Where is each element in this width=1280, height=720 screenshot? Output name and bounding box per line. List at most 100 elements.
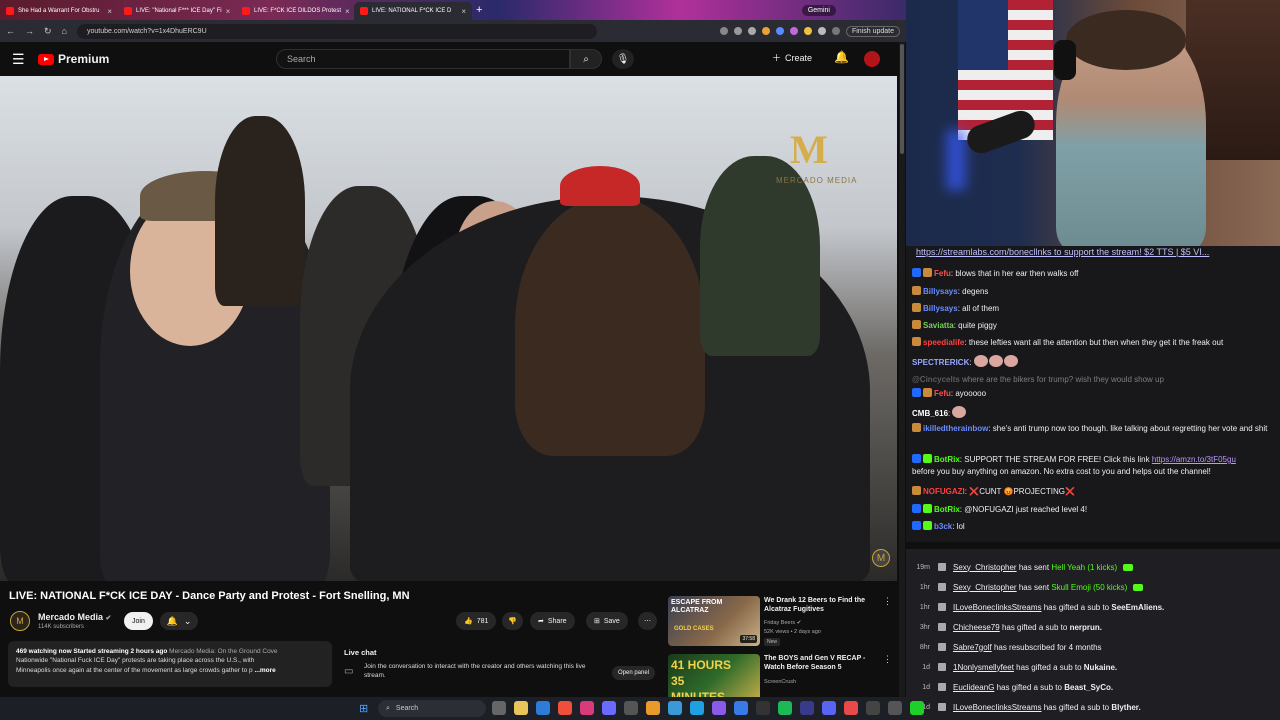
chat-username[interactable]: b3ck <box>934 522 952 531</box>
app-icon[interactable] <box>690 701 704 715</box>
browser-tab[interactable]: LIVE: NATIONAL F*CK ICE D × <box>354 2 472 20</box>
file-explorer-icon[interactable] <box>514 701 528 715</box>
forward-icon[interactable]: → <box>25 26 34 36</box>
edge-browser-icon[interactable] <box>536 701 550 715</box>
app-icon[interactable] <box>602 701 616 715</box>
app-icon[interactable] <box>910 701 924 715</box>
chat-username[interactable]: ikilledtherainbow <box>923 424 988 433</box>
home-icon[interactable]: ⌂ <box>62 26 67 36</box>
close-tab-icon[interactable]: × <box>226 7 231 16</box>
taskbar-search[interactable]: ⌕ Search <box>378 700 486 717</box>
join-button[interactable]: Join <box>124 612 153 630</box>
more-vertical-icon[interactable]: ⋮ <box>883 596 892 607</box>
chat-link[interactable]: https://amzn.to/3tF05gu <box>1152 455 1236 464</box>
chat-username[interactable]: @Cincycelts <box>912 375 960 384</box>
app-icon[interactable] <box>624 701 638 715</box>
app-icon[interactable] <box>844 701 858 715</box>
app-icon[interactable] <box>800 701 814 715</box>
share-button[interactable]: ➦ Share <box>530 612 575 630</box>
app-icon[interactable] <box>888 701 902 715</box>
extension-icon[interactable] <box>775 27 784 35</box>
puzzle-icon[interactable] <box>817 27 826 35</box>
profile-icon[interactable] <box>831 27 840 35</box>
extension-icon[interactable] <box>761 27 770 35</box>
account-avatar[interactable] <box>864 51 880 67</box>
chat-username[interactable]: NOFUGAZI <box>923 487 965 496</box>
new-tab-icon[interactable]: + <box>476 4 482 16</box>
save-button[interactable]: ⊞ Save <box>586 612 628 630</box>
windows-start-icon[interactable]: ⊞ <box>359 702 368 715</box>
chat-username[interactable]: Saviatta <box>923 321 954 330</box>
folder-icon[interactable] <box>646 701 660 715</box>
channel-watermark-icon[interactable]: M <box>872 549 890 567</box>
alert-username[interactable]: ILoveBonecIinksStreams <box>953 603 1042 612</box>
chrome-browser-icon[interactable] <box>558 701 572 715</box>
video-thumbnail[interactable]: ESCAPE FROM ALCATRAZ GOLD CASES 37:58 <box>668 596 760 646</box>
zoom-icon[interactable] <box>719 27 728 35</box>
browser-tab[interactable]: LIVE: "National F*** ICE Day" Fi × <box>118 2 236 20</box>
task-view-icon[interactable] <box>492 701 506 715</box>
browser-tab[interactable]: LIVE: F*CK ICE DILDOS Protest × <box>236 2 354 20</box>
app-icon[interactable] <box>580 701 594 715</box>
chat-username[interactable]: Billysays <box>923 304 958 313</box>
scrollbar-thumb[interactable] <box>900 44 904 154</box>
close-tab-icon[interactable]: × <box>345 7 350 16</box>
alert-username[interactable]: 1Nonlysmellyfeet <box>953 663 1014 672</box>
alert-username[interactable]: Sexy_Christopher <box>953 563 1017 572</box>
alert-username[interactable]: EuclideanG <box>953 683 994 692</box>
bookmark-star-icon[interactable] <box>747 27 756 35</box>
chat-username[interactable]: CMB_616 <box>912 409 948 418</box>
close-tab-icon[interactable]: × <box>107 7 112 16</box>
chat-username[interactable]: SPECTRERICK <box>912 358 969 367</box>
search-input[interactable]: Search <box>276 49 570 69</box>
open-panel-button[interactable]: Open panel <box>612 666 656 680</box>
app-icon[interactable] <box>734 701 748 715</box>
discord-icon[interactable] <box>822 701 836 715</box>
app-icon[interactable] <box>668 701 682 715</box>
description-box[interactable]: 469 watching now Started streaming 2 hou… <box>8 641 332 687</box>
chat-username[interactable]: BotRix <box>934 455 960 464</box>
chat-username[interactable]: BotRix <box>934 505 960 514</box>
chat-text: before you buy anything on amazon. No ex… <box>912 466 1211 476</box>
youtube-logo[interactable]: Premium <box>38 52 109 66</box>
show-more-link[interactable]: ...more <box>254 667 275 674</box>
search-button[interactable]: ⌕ <box>570 49 602 69</box>
dislike-button[interactable]: 👎 <box>502 612 523 630</box>
page-scrollbar[interactable] <box>899 42 905 697</box>
menu-icon[interactable]: ☰ <box>12 51 38 68</box>
video-player[interactable]: M MERCADO MEDIA M <box>0 76 897 581</box>
notifications-bell-icon[interactable]: 🔔 <box>834 50 849 64</box>
browser-tab[interactable]: She Had a Warrant For Obstru × <box>0 2 118 20</box>
app-icon[interactable] <box>712 701 726 715</box>
back-icon[interactable]: ← <box>6 26 15 36</box>
pinned-link[interactable]: https://streamlabs.com/bonecllnks to sup… <box>916 247 1209 257</box>
gemini-button[interactable]: Gemini <box>801 4 836 16</box>
channel-avatar[interactable]: M <box>10 611 30 631</box>
close-tab-icon[interactable]: × <box>461 7 466 16</box>
chat-username[interactable]: Fefu <box>934 389 951 398</box>
channel-name[interactable]: Mercado Media ✔ <box>38 612 111 622</box>
app-icon[interactable] <box>756 701 770 715</box>
more-actions-button[interactable]: ⋯ <box>638 612 657 630</box>
chat-username[interactable]: speedialife <box>923 338 964 347</box>
alert-username[interactable]: ILoveBonecIinksStreams <box>953 703 1042 712</box>
like-button[interactable]: 👍 781 <box>456 612 497 630</box>
app-icon[interactable] <box>866 701 880 715</box>
chat-username[interactable]: Billysays <box>923 287 958 296</box>
chat-username[interactable]: Fefu <box>934 269 951 278</box>
recommended-video[interactable]: ESCAPE FROM ALCATRAZ GOLD CASES 37:58 We… <box>668 596 896 646</box>
voice-search-button[interactable]: 🎙 <box>612 49 634 69</box>
alert-username[interactable]: Sexy_Christopher <box>953 583 1017 592</box>
finish-update-button[interactable]: Finish update <box>845 25 900 37</box>
create-button[interactable]: ＋ Create <box>772 51 812 64</box>
cast-icon[interactable] <box>733 27 742 35</box>
extension-icon[interactable] <box>789 27 798 35</box>
extension-icon[interactable] <box>803 27 812 35</box>
url-field[interactable]: youtube.com/watch?v=1x4DhuERC9U <box>76 23 597 39</box>
subscription-bell-button[interactable]: 🔔 ⌄ <box>160 612 198 630</box>
more-vertical-icon[interactable]: ⋮ <box>883 654 892 665</box>
alert-username[interactable]: Sabre7golf <box>953 643 992 652</box>
alert-username[interactable]: Chicheese79 <box>953 623 1000 632</box>
spotify-icon[interactable] <box>778 701 792 715</box>
reload-icon[interactable]: ↻ <box>44 26 52 37</box>
